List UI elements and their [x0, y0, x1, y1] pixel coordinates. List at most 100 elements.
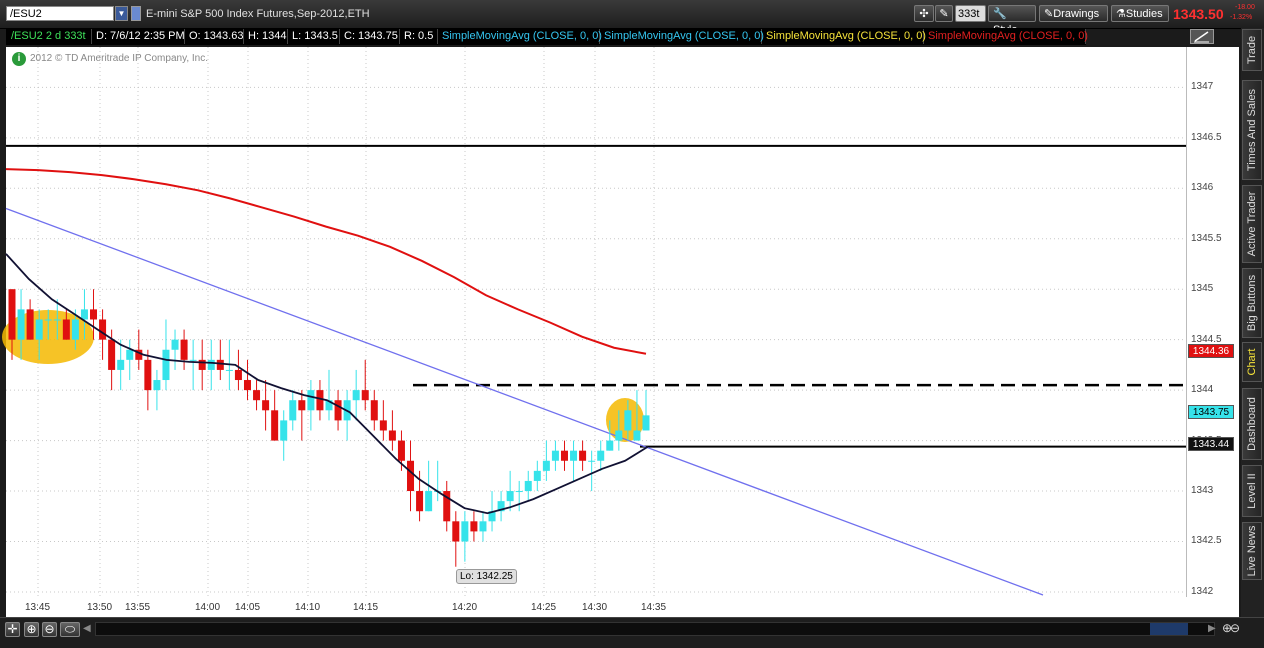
tab-live-news[interactable]: Live News: [1242, 522, 1262, 580]
candle-body: [171, 339, 179, 350]
sma-line-black: [5, 253, 649, 515]
black-sma-price-label: 1343.44: [1188, 437, 1234, 451]
x-tick-label: 14:00: [195, 602, 221, 613]
zoom-out-icon[interactable]: ⊖: [42, 622, 57, 637]
candle-body: [80, 309, 88, 320]
tab-trade[interactable]: Trade: [1242, 29, 1262, 71]
candle-body: [633, 430, 641, 441]
candle-body: [388, 430, 396, 441]
candle-body: [26, 309, 34, 340]
y-tick-label: 1345: [1191, 283, 1214, 295]
candle-body: [560, 450, 568, 461]
candle-body: [198, 359, 206, 370]
candle-body: [307, 390, 315, 411]
tab-live-news-label: Live News: [1246, 525, 1258, 577]
candle-body: [289, 400, 297, 421]
x-tick-label: 13:55: [125, 602, 151, 613]
candle-body: [44, 319, 52, 321]
candle-body: [271, 410, 279, 441]
current-price-label: 1343.75: [1188, 405, 1234, 419]
candle-body: [551, 450, 559, 461]
candle-body: [17, 309, 25, 340]
candle-body: [407, 460, 415, 492]
candle-body: [316, 390, 324, 411]
candle-body: [470, 521, 478, 532]
scroll-left-icon[interactable]: ◀: [83, 623, 91, 634]
tab-times-and-sales-label: Times And Sales: [1246, 88, 1258, 172]
candle-body: [361, 390, 369, 401]
horizontal-scrollbar[interactable]: [95, 622, 1215, 636]
tab-level-ii-label: Level II: [1246, 473, 1258, 509]
tab-active-trader[interactable]: Active Trader: [1242, 185, 1262, 263]
tab-times-and-sales[interactable]: Times And Sales: [1242, 80, 1262, 180]
candle-body: [234, 369, 242, 381]
copyright-text: 2012 © TD Ameritrade IP Company, Inc.: [30, 53, 209, 64]
candle-body: [144, 359, 152, 391]
candle-body: [461, 521, 469, 542]
candle-body: [162, 349, 170, 381]
candle-body: [189, 359, 197, 361]
candle-body: [579, 450, 587, 461]
candle-body: [262, 400, 270, 411]
x-tick-label: 14:20: [452, 602, 478, 613]
candle-body: [90, 309, 98, 320]
candle-body: [253, 390, 261, 401]
candle-body: [8, 289, 16, 340]
candle-body: [597, 450, 605, 461]
zoom-in-icon[interactable]: ⊕: [24, 622, 39, 637]
candle-body: [379, 420, 387, 431]
candle-body: [542, 460, 550, 471]
y-tick-label: 1345.5: [1191, 232, 1222, 244]
tab-trade-label: Trade: [1246, 35, 1258, 65]
candle-body: [397, 440, 405, 461]
candle-body: [35, 319, 43, 340]
candle-body: [615, 430, 623, 441]
candle-body: [280, 420, 288, 441]
candle-body: [588, 460, 596, 462]
info-icon[interactable]: i: [12, 52, 26, 66]
y-tick-label: 1344: [1191, 384, 1214, 396]
y-tick-label: 1347: [1191, 81, 1214, 93]
red-sma-price-label: 1344.36: [1188, 344, 1234, 358]
y-tick-label: 1344.5: [1191, 333, 1222, 345]
x-tick-label: 14:15: [353, 602, 379, 613]
candle-body: [53, 319, 61, 321]
y-tick-label: 1343: [1191, 485, 1214, 497]
candlestick-chart: [2, 47, 1186, 597]
candle-body: [624, 410, 632, 431]
candle-body: [452, 521, 460, 542]
y-tick-label: 1342.5: [1191, 535, 1222, 547]
tab-big-buttons[interactable]: Big Buttons: [1242, 268, 1262, 338]
scrollbar-thumb[interactable]: [1150, 623, 1188, 635]
candle-body: [180, 339, 188, 360]
candle-body: [570, 450, 578, 461]
candle-body: [243, 380, 251, 391]
candle-body: [416, 491, 424, 512]
tab-big-buttons-label: Big Buttons: [1246, 274, 1258, 332]
candle-body: [352, 390, 360, 401]
candle-body: [533, 470, 541, 481]
candle-body: [515, 491, 523, 493]
y-tick-label: 1346: [1191, 182, 1214, 194]
candle-body: [99, 319, 107, 340]
tab-level-ii[interactable]: Level II: [1242, 465, 1262, 517]
scroll-right-icon[interactable]: ▶: [1208, 623, 1216, 634]
candle-body: [225, 369, 233, 371]
trend-line: [5, 207, 1044, 596]
tab-chart[interactable]: Chart: [1242, 342, 1262, 382]
tab-dashboard[interactable]: Dashboard: [1242, 388, 1262, 460]
zoom-out-small-icon[interactable]: ⊖: [1230, 621, 1240, 635]
y-tick-label: 1346.5: [1191, 131, 1222, 143]
candle-body: [425, 491, 433, 512]
x-tick-label: 14:35: [641, 602, 667, 613]
candle-body: [126, 349, 134, 360]
candle-body: [153, 380, 161, 391]
low-bubble: Lo: 1342.25: [456, 569, 517, 584]
x-tick-label: 14:30: [582, 602, 608, 613]
pan-icon[interactable]: ✛: [5, 622, 20, 637]
zoom-fit-icon[interactable]: ⬭: [60, 622, 80, 637]
candle-body: [370, 400, 378, 421]
candle-body: [479, 521, 487, 532]
x-tick-label: 14:05: [235, 602, 261, 613]
candle-body: [606, 440, 614, 451]
